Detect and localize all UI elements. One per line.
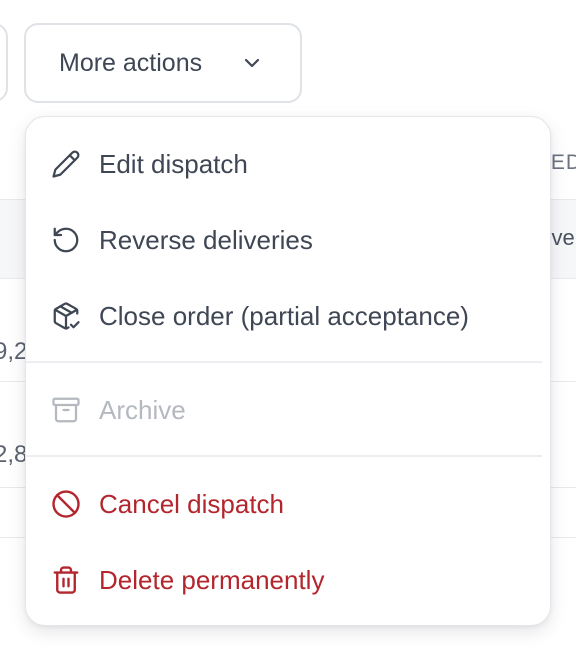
menu-item-label: Cancel dispatch [99, 488, 284, 519]
menu-item-label: Close order (partial acceptance) [99, 300, 469, 331]
screen: ED ver 9,2 2,8 More actions Edit dispatc… [0, 0, 576, 652]
menu-divider [26, 361, 542, 363]
menu-item-reverse-deliveries[interactable]: Reverse deliveries [26, 204, 550, 276]
menu-item-archive: Archive [26, 374, 550, 446]
menu-divider [26, 455, 542, 457]
rotate-ccw-icon [51, 225, 81, 255]
menu-item-label: Reverse deliveries [99, 224, 313, 255]
table-cell: 9,2 [0, 338, 28, 365]
more-actions-menu: Edit dispatch Reverse deliveries Close o… [25, 116, 551, 626]
menu-item-close-order[interactable]: Close order (partial acceptance) [26, 280, 550, 352]
more-actions-button[interactable]: More actions [24, 23, 302, 103]
menu-item-edit-dispatch[interactable]: Edit dispatch [26, 128, 550, 200]
trash-icon [51, 565, 81, 595]
toolbar-button[interactable] [0, 23, 8, 102]
table-cell: 2,8 [0, 441, 28, 468]
table-column-header: ED [550, 151, 576, 174]
table-cell: ver [551, 225, 576, 250]
package-check-icon [51, 301, 81, 331]
menu-item-delete-permanently[interactable]: Delete permanently [26, 544, 550, 616]
more-actions-label: More actions [59, 48, 203, 77]
menu-item-label: Archive [99, 394, 186, 425]
chevron-down-icon [244, 58, 260, 68]
archive-icon [51, 395, 81, 425]
menu-item-cancel-dispatch[interactable]: Cancel dispatch [26, 468, 550, 540]
menu-item-label: Edit dispatch [99, 148, 248, 179]
pencil-icon [51, 149, 81, 179]
ban-icon [51, 489, 81, 519]
menu-item-label: Delete permanently [99, 564, 325, 595]
